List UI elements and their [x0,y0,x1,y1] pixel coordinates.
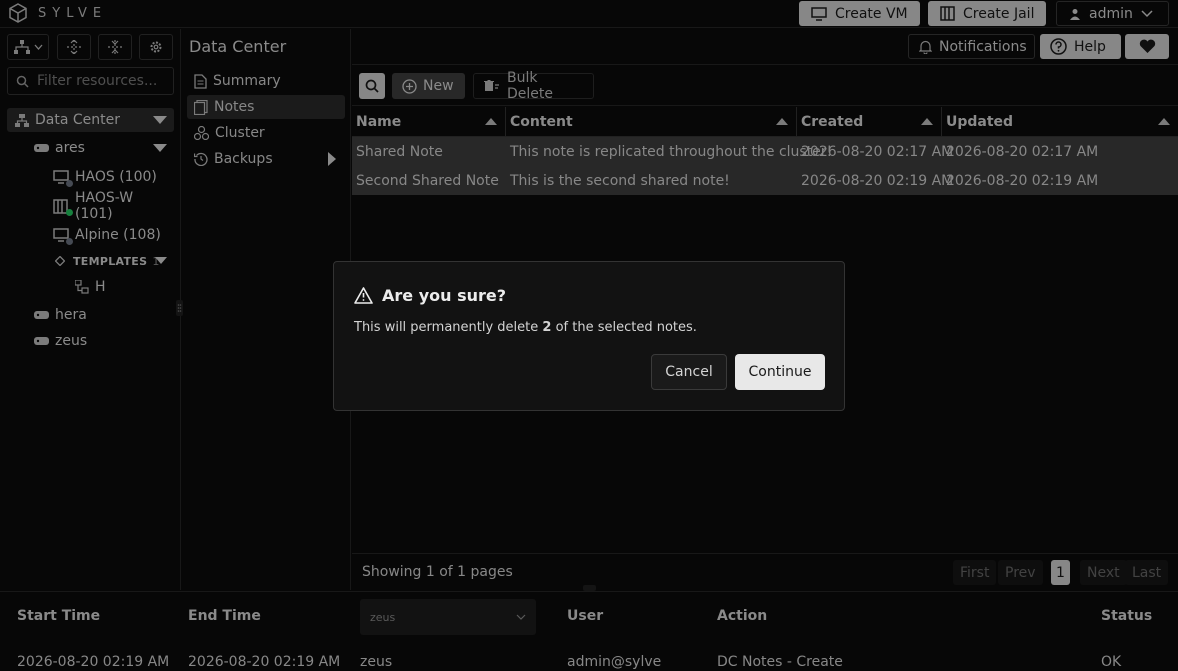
dialog-text-after: of the selected notes. [551,320,697,335]
dialog-title-text: Are you sure? [382,286,507,305]
dialog-text-before: This will permanently delete [354,320,543,335]
warning-icon [354,287,373,304]
dialog-title: Are you sure? [354,286,506,305]
dialog-message: This will permanently delete 2 of the se… [354,320,697,335]
continue-button[interactable]: Continue [735,354,825,390]
cancel-button[interactable]: Cancel [651,354,727,390]
confirm-dialog: Are you sure? This will permanently dele… [333,261,845,411]
